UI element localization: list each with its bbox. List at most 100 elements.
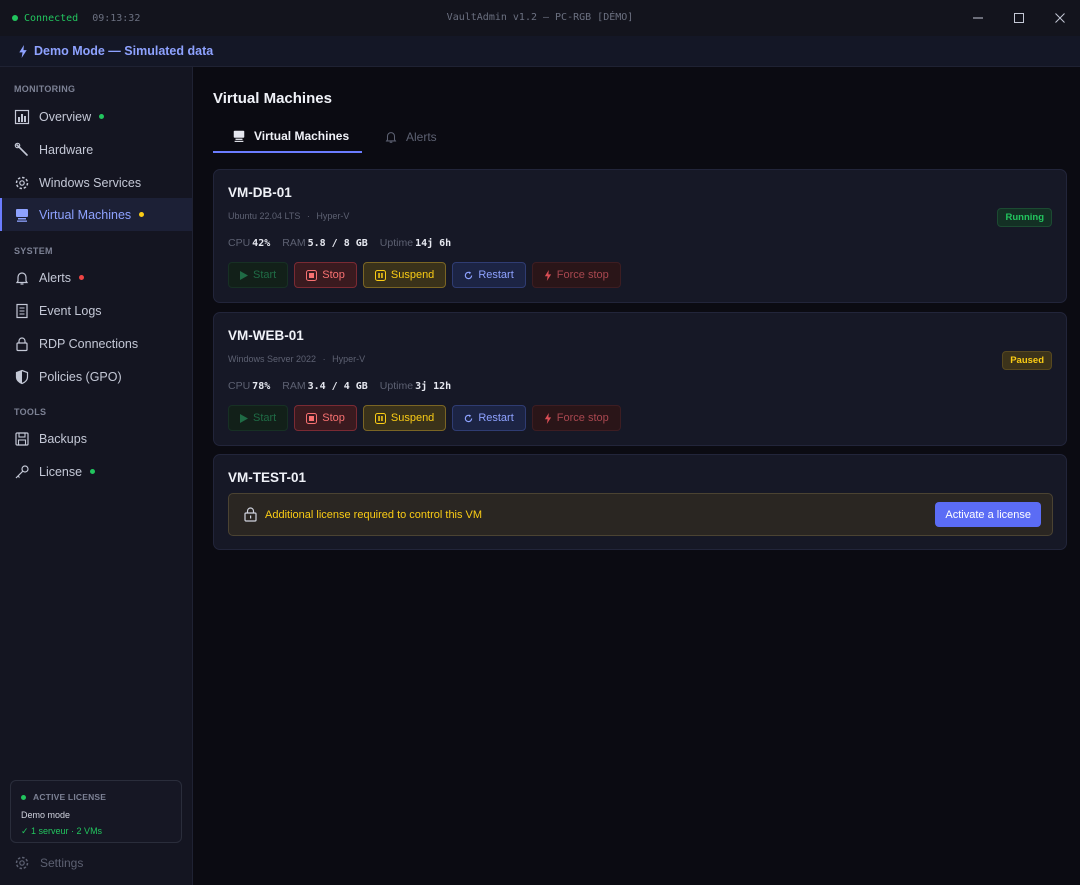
vm-card: VM-TEST-01 Additional license required t… <box>213 454 1067 550</box>
start-label: Start <box>253 412 277 424</box>
license-detail: ✓ 1 serveur · 2 VMs <box>21 826 103 836</box>
sidebar-item-virtual-machines[interactable]: Virtual Machines <box>0 198 192 231</box>
cpu-label: CPU <box>228 380 251 392</box>
restart-label: Restart <box>478 269 514 281</box>
sidebar-item-hardware[interactable]: Hardware <box>0 133 192 166</box>
bell-icon <box>385 132 397 143</box>
lightning-icon <box>544 269 551 281</box>
stop-button[interactable]: Stop <box>294 405 357 431</box>
settings-button[interactable]: Settings <box>14 855 83 871</box>
lightning-icon <box>544 412 551 424</box>
vm-actions: Start Stop Suspend Restart Force stop <box>228 262 627 288</box>
status-dot <box>99 114 105 119</box>
vm-stats: CPU 78% RAM 3.4 / 4 GB Uptime 3j 12h <box>228 380 463 392</box>
gear-icon <box>15 856 29 870</box>
ram-value: 5.8 / 8 GB <box>307 238 368 249</box>
sidebar-item-event-logs[interactable]: Event Logs <box>0 294 192 327</box>
restart-button[interactable]: Restart <box>452 405 526 431</box>
sidebar-item-rdp-connections[interactable]: RDP Connections <box>0 327 192 360</box>
sidebar-item-policies[interactable]: Policies (GPO) <box>0 360 192 393</box>
vm-name: VM-TEST-01 <box>228 470 307 485</box>
sidebar-item-overview[interactable]: Overview <box>0 100 192 133</box>
sidebar-item-label: Alerts <box>39 270 71 285</box>
vm-os: Ubuntu 22.04 LTS <box>228 211 301 221</box>
license-dot <box>21 794 26 800</box>
status-dot <box>78 275 84 280</box>
vm-name: VM-DB-01 <box>228 185 292 200</box>
document-icon <box>16 303 28 318</box>
vm-hypervisor: Hyper-V <box>316 211 350 221</box>
tab-virtual-machines[interactable]: Virtual Machines <box>213 121 362 153</box>
vm-name: VM-WEB-01 <box>228 328 304 343</box>
start-button[interactable]: Start <box>228 262 289 288</box>
ram-label: RAM <box>282 380 306 392</box>
stop-icon <box>306 269 318 281</box>
save-icon <box>15 431 29 446</box>
tab-alerts[interactable]: Alerts <box>384 121 437 153</box>
uptime-value: 14j 6h <box>415 238 452 249</box>
section-monitoring: MONITORING <box>14 84 76 94</box>
sidebar-item-license[interactable]: License <box>0 455 192 488</box>
uptime-label: Uptime <box>379 237 414 249</box>
status-dot <box>90 469 96 474</box>
sidebar: MONITORING Overview Hardware Windows Ser… <box>0 67 193 885</box>
force-stop-button[interactable]: Force stop <box>531 405 621 431</box>
suspend-label: Suspend <box>390 269 435 281</box>
suspend-button[interactable]: Suspend <box>362 405 447 431</box>
sidebar-item-label: Virtual Machines <box>39 207 132 222</box>
license-mode: Demo mode <box>21 810 71 820</box>
bell-icon <box>15 271 29 285</box>
close-button[interactable] <box>1039 0 1080 36</box>
sidebar-item-label: Overview <box>39 109 92 124</box>
close-icon <box>1054 13 1065 23</box>
demo-banner-text: Demo Mode — Simulated data <box>34 44 214 58</box>
activate-license-button[interactable]: Activate a license <box>935 502 1041 527</box>
demo-banner: Demo Mode — Simulated data <box>0 36 1080 67</box>
minimize-icon <box>972 17 983 19</box>
vm-stats: CPU 42% RAM 5.8 / 8 GB Uptime 14j 6h <box>228 237 463 249</box>
sidebar-item-windows-services[interactable]: Windows Services <box>0 166 192 199</box>
stop-icon <box>306 412 318 424</box>
vm-card: VM-DB-01 Ubuntu 22.04 LTS · Hyper-V Runn… <box>213 169 1067 303</box>
suspend-button[interactable]: Suspend <box>362 262 447 288</box>
maximize-button[interactable] <box>998 0 1039 36</box>
bar-chart-icon <box>14 109 30 124</box>
connection-status: Connected 09:13:32 <box>0 13 140 24</box>
start-label: Start <box>253 269 277 281</box>
cpu-label: CPU <box>228 237 251 249</box>
restart-button[interactable]: Restart <box>452 262 526 288</box>
sidebar-item-alerts[interactable]: Alerts <box>0 261 192 294</box>
status-badge: Running <box>997 208 1052 227</box>
sidebar-item-label: Event Logs <box>39 303 102 318</box>
force-stop-label: Force stop <box>556 269 609 281</box>
meta-separator: · <box>306 211 310 221</box>
tab-label: Alerts <box>406 130 437 144</box>
meta-separator: · <box>322 354 326 364</box>
ram-label: RAM <box>282 237 306 249</box>
section-system: SYSTEM <box>14 246 53 256</box>
stop-button[interactable]: Stop <box>294 262 357 288</box>
lightning-icon <box>19 44 27 58</box>
sidebar-item-label: Windows Services <box>39 175 142 190</box>
connection-label: Connected <box>24 12 79 24</box>
vm-meta: Ubuntu 22.04 LTS · Hyper-V <box>228 211 349 221</box>
ram-value: 3.4 / 4 GB <box>307 381 368 392</box>
force-stop-button[interactable]: Force stop <box>531 262 621 288</box>
license-required-notice: Additional license required to control t… <box>228 493 1053 536</box>
lock-icon <box>244 507 257 522</box>
clock: 09:13:32 <box>92 12 141 24</box>
vm-card: VM-WEB-01 Windows Server 2022 · Hyper-V … <box>213 312 1067 446</box>
license-required-text: Additional license required to control t… <box>265 508 483 521</box>
settings-label: Settings <box>40 856 84 870</box>
section-tools: TOOLS <box>14 407 47 417</box>
minimize-button[interactable] <box>957 0 998 36</box>
sidebar-item-label: RDP Connections <box>39 336 139 351</box>
wrench-icon <box>14 142 28 156</box>
suspend-label: Suspend <box>390 412 435 424</box>
sidebar-item-label: Backups <box>39 431 87 446</box>
vm-meta: Windows Server 2022 · Hyper-V <box>228 354 365 364</box>
stop-label: Stop <box>322 412 345 424</box>
play-icon <box>240 270 248 280</box>
start-button[interactable]: Start <box>228 405 289 431</box>
sidebar-item-backups[interactable]: Backups <box>0 422 192 455</box>
